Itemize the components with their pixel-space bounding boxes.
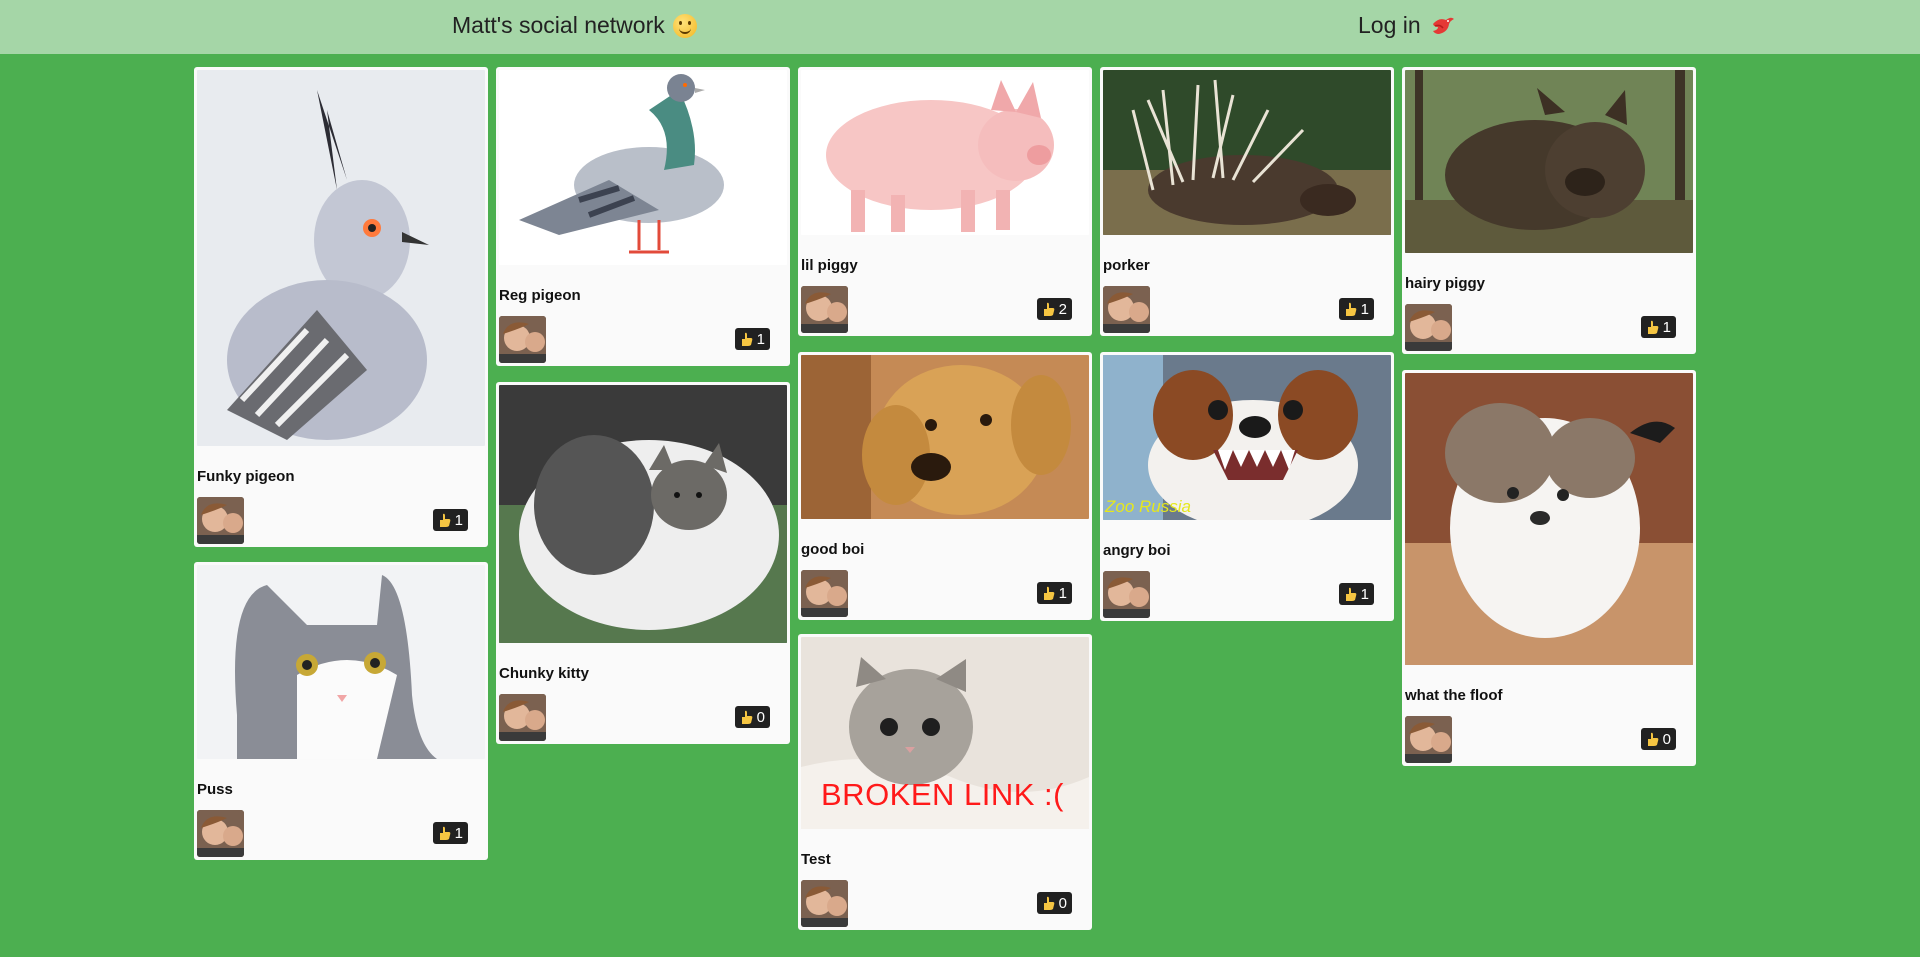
thumbs-up-icon bbox=[1647, 732, 1658, 746]
avatar[interactable] bbox=[801, 879, 848, 927]
thumbs-up-icon bbox=[741, 710, 752, 724]
post-caption: Chunky kitty bbox=[499, 665, 590, 682]
post-card[interactable]: Reg pigeon 1 bbox=[496, 67, 790, 366]
post-image[interactable] bbox=[1405, 373, 1693, 665]
broken-link-text: BROKEN LINK :( bbox=[821, 777, 1064, 812]
site-title-text: Matt's social network bbox=[452, 12, 665, 38]
post-card[interactable]: porker 1 bbox=[1100, 67, 1394, 336]
like-count: 1 bbox=[454, 511, 463, 529]
thumbs-up-icon bbox=[1647, 320, 1658, 334]
like-count: 0 bbox=[1662, 730, 1671, 748]
avatar[interactable] bbox=[197, 496, 244, 544]
like-count: 2 bbox=[1058, 300, 1067, 318]
avatar[interactable] bbox=[1405, 715, 1452, 763]
thumbs-up-icon bbox=[439, 513, 450, 527]
post-card[interactable]: BROKEN LINK :( Test 0 bbox=[798, 634, 1092, 930]
thumbs-up-icon bbox=[1043, 586, 1054, 600]
post-card[interactable]: hairy piggy 1 bbox=[1402, 67, 1696, 354]
like-button[interactable]: 0 bbox=[1036, 892, 1072, 914]
post-card[interactable]: good boi 1 bbox=[798, 352, 1092, 620]
thumbs-up-icon bbox=[1043, 302, 1054, 316]
top-bar: Matt's social network Log in bbox=[0, 0, 1920, 54]
like-count: 0 bbox=[756, 708, 765, 726]
post-image[interactable] bbox=[499, 385, 787, 643]
post-caption: Puss bbox=[197, 781, 233, 798]
like-button[interactable]: 1 bbox=[432, 509, 468, 531]
like-count: 1 bbox=[454, 824, 463, 842]
post-caption: hairy piggy bbox=[1405, 275, 1486, 292]
avatar[interactable] bbox=[1103, 570, 1150, 618]
like-button[interactable]: 1 bbox=[1338, 298, 1374, 320]
like-button[interactable]: 1 bbox=[734, 328, 770, 350]
like-button[interactable]: 2 bbox=[1036, 298, 1072, 320]
avatar[interactable] bbox=[499, 693, 546, 741]
post-caption: Test bbox=[801, 851, 831, 868]
thumbs-up-icon bbox=[1043, 896, 1054, 910]
like-button[interactable]: 0 bbox=[734, 706, 770, 728]
post-image[interactable] bbox=[197, 70, 485, 446]
post-image[interactable]: BROKEN LINK :( bbox=[801, 637, 1089, 829]
post-card[interactable]: Chunky kitty 0 bbox=[496, 382, 790, 744]
thumbs-up-icon bbox=[439, 826, 450, 840]
like-count: 1 bbox=[1360, 585, 1369, 603]
post-caption: Reg pigeon bbox=[499, 287, 581, 304]
post-card[interactable]: what the floof 0 bbox=[1402, 370, 1696, 766]
avatar[interactable] bbox=[197, 809, 244, 857]
post-card[interactable]: lil piggy 2 bbox=[798, 67, 1092, 336]
like-count: 1 bbox=[1058, 584, 1067, 602]
like-count: 1 bbox=[1360, 300, 1369, 318]
post-caption: angry boi bbox=[1103, 542, 1171, 559]
like-button[interactable]: 0 bbox=[1640, 728, 1676, 750]
smile-icon bbox=[672, 13, 697, 38]
avatar[interactable] bbox=[499, 315, 546, 363]
post-card[interactable]: Zoo Russia angry boi 1 bbox=[1100, 352, 1394, 621]
like-button[interactable]: 1 bbox=[1640, 316, 1676, 338]
watermark-text: Zoo Russia bbox=[1105, 497, 1191, 516]
avatar[interactable] bbox=[801, 569, 848, 617]
post-caption: what the floof bbox=[1405, 687, 1503, 704]
post-image[interactable] bbox=[197, 565, 485, 759]
post-image[interactable]: Zoo Russia bbox=[1103, 355, 1391, 520]
thumbs-up-icon bbox=[1345, 587, 1356, 601]
avatar[interactable] bbox=[801, 285, 848, 333]
login-label: Log in bbox=[1358, 12, 1421, 38]
post-image[interactable] bbox=[801, 355, 1089, 519]
post-image[interactable] bbox=[1405, 70, 1693, 253]
like-count: 0 bbox=[1058, 894, 1067, 912]
post-caption: Funky pigeon bbox=[197, 468, 295, 485]
login-link[interactable]: Log in bbox=[1358, 12, 1455, 39]
post-image[interactable] bbox=[1103, 70, 1391, 235]
post-image[interactable] bbox=[801, 70, 1089, 235]
site-title[interactable]: Matt's social network bbox=[452, 12, 697, 39]
like-button[interactable]: 1 bbox=[1338, 583, 1374, 605]
post-caption: good boi bbox=[801, 541, 865, 558]
bird-icon bbox=[1432, 17, 1454, 34]
post-card[interactable]: Puss 1 bbox=[194, 562, 488, 860]
post-image[interactable] bbox=[499, 70, 787, 265]
like-count: 1 bbox=[1662, 318, 1671, 336]
post-caption: porker bbox=[1103, 257, 1150, 274]
post-caption: lil piggy bbox=[801, 257, 858, 274]
avatar[interactable] bbox=[1103, 285, 1150, 333]
post-card[interactable]: Funky pigeon 1 bbox=[194, 67, 488, 547]
like-count: 1 bbox=[756, 330, 765, 348]
like-button[interactable]: 1 bbox=[432, 822, 468, 844]
thumbs-up-icon bbox=[741, 332, 752, 346]
like-button[interactable]: 1 bbox=[1036, 582, 1072, 604]
thumbs-up-icon bbox=[1345, 302, 1356, 316]
avatar[interactable] bbox=[1405, 303, 1452, 351]
